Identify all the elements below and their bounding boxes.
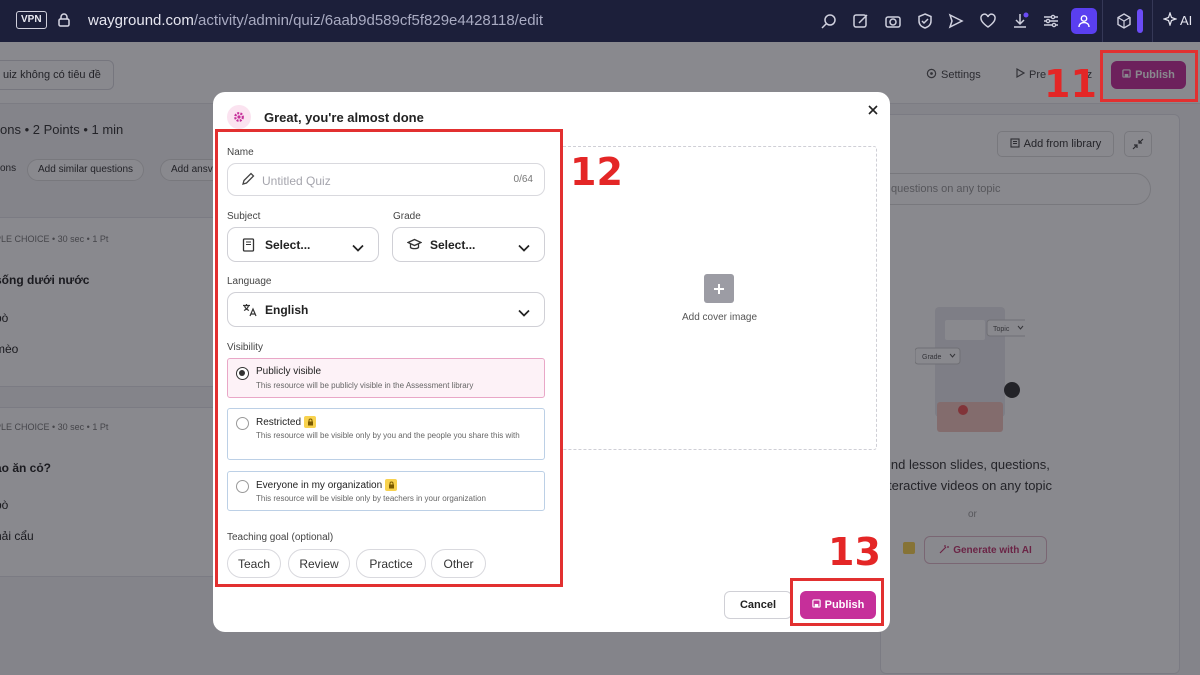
plus-icon[interactable] bbox=[704, 274, 734, 303]
close-icon[interactable] bbox=[865, 102, 881, 118]
edit-icon[interactable] bbox=[851, 11, 871, 31]
heart-icon[interactable] bbox=[978, 11, 998, 31]
settings-gear-icon bbox=[227, 105, 251, 129]
url-path: /activity/admin/quiz/6aab9d589cf5f829e44… bbox=[193, 12, 544, 29]
ai-label: AI bbox=[1180, 13, 1193, 28]
toolbar-divider bbox=[1152, 0, 1153, 42]
annotation-box-13 bbox=[790, 578, 884, 626]
shield-icon[interactable] bbox=[915, 11, 935, 31]
lock-icon[interactable] bbox=[58, 13, 70, 32]
url-host: wayground.com bbox=[88, 12, 194, 29]
sidebar-toggle[interactable] bbox=[1137, 9, 1143, 33]
annotation-number-11: 11 bbox=[1044, 62, 1097, 106]
profile-icon[interactable] bbox=[1071, 8, 1097, 34]
annotation-number-12: 12 bbox=[570, 150, 623, 194]
annotation-box-11 bbox=[1100, 50, 1198, 102]
ai-icon bbox=[1162, 11, 1178, 29]
send-icon[interactable] bbox=[946, 11, 966, 31]
annotation-box-12 bbox=[215, 129, 563, 587]
add-cover-image-label: Add cover image bbox=[681, 312, 758, 323]
ai-button[interactable]: AI bbox=[1162, 11, 1193, 29]
address-bar[interactable]: wayground.com/activity/admin/quiz/6aab9d… bbox=[88, 12, 543, 29]
browser-toolbar: VPN wayground.com/activity/admin/quiz/6a… bbox=[0, 0, 1200, 42]
search-icon[interactable] bbox=[819, 11, 839, 31]
camera-icon[interactable] bbox=[883, 11, 903, 31]
extensions-icon[interactable] bbox=[1113, 9, 1135, 33]
toolbar-divider bbox=[1102, 0, 1103, 42]
download-icon[interactable] bbox=[1010, 11, 1030, 31]
dialog-title: Great, you're almost done bbox=[264, 110, 424, 125]
annotation-number-13: 13 bbox=[828, 530, 881, 574]
vpn-badge[interactable]: VPN bbox=[16, 11, 47, 29]
settings-icon[interactable] bbox=[1041, 11, 1061, 31]
cancel-button[interactable]: Cancel bbox=[724, 591, 792, 619]
